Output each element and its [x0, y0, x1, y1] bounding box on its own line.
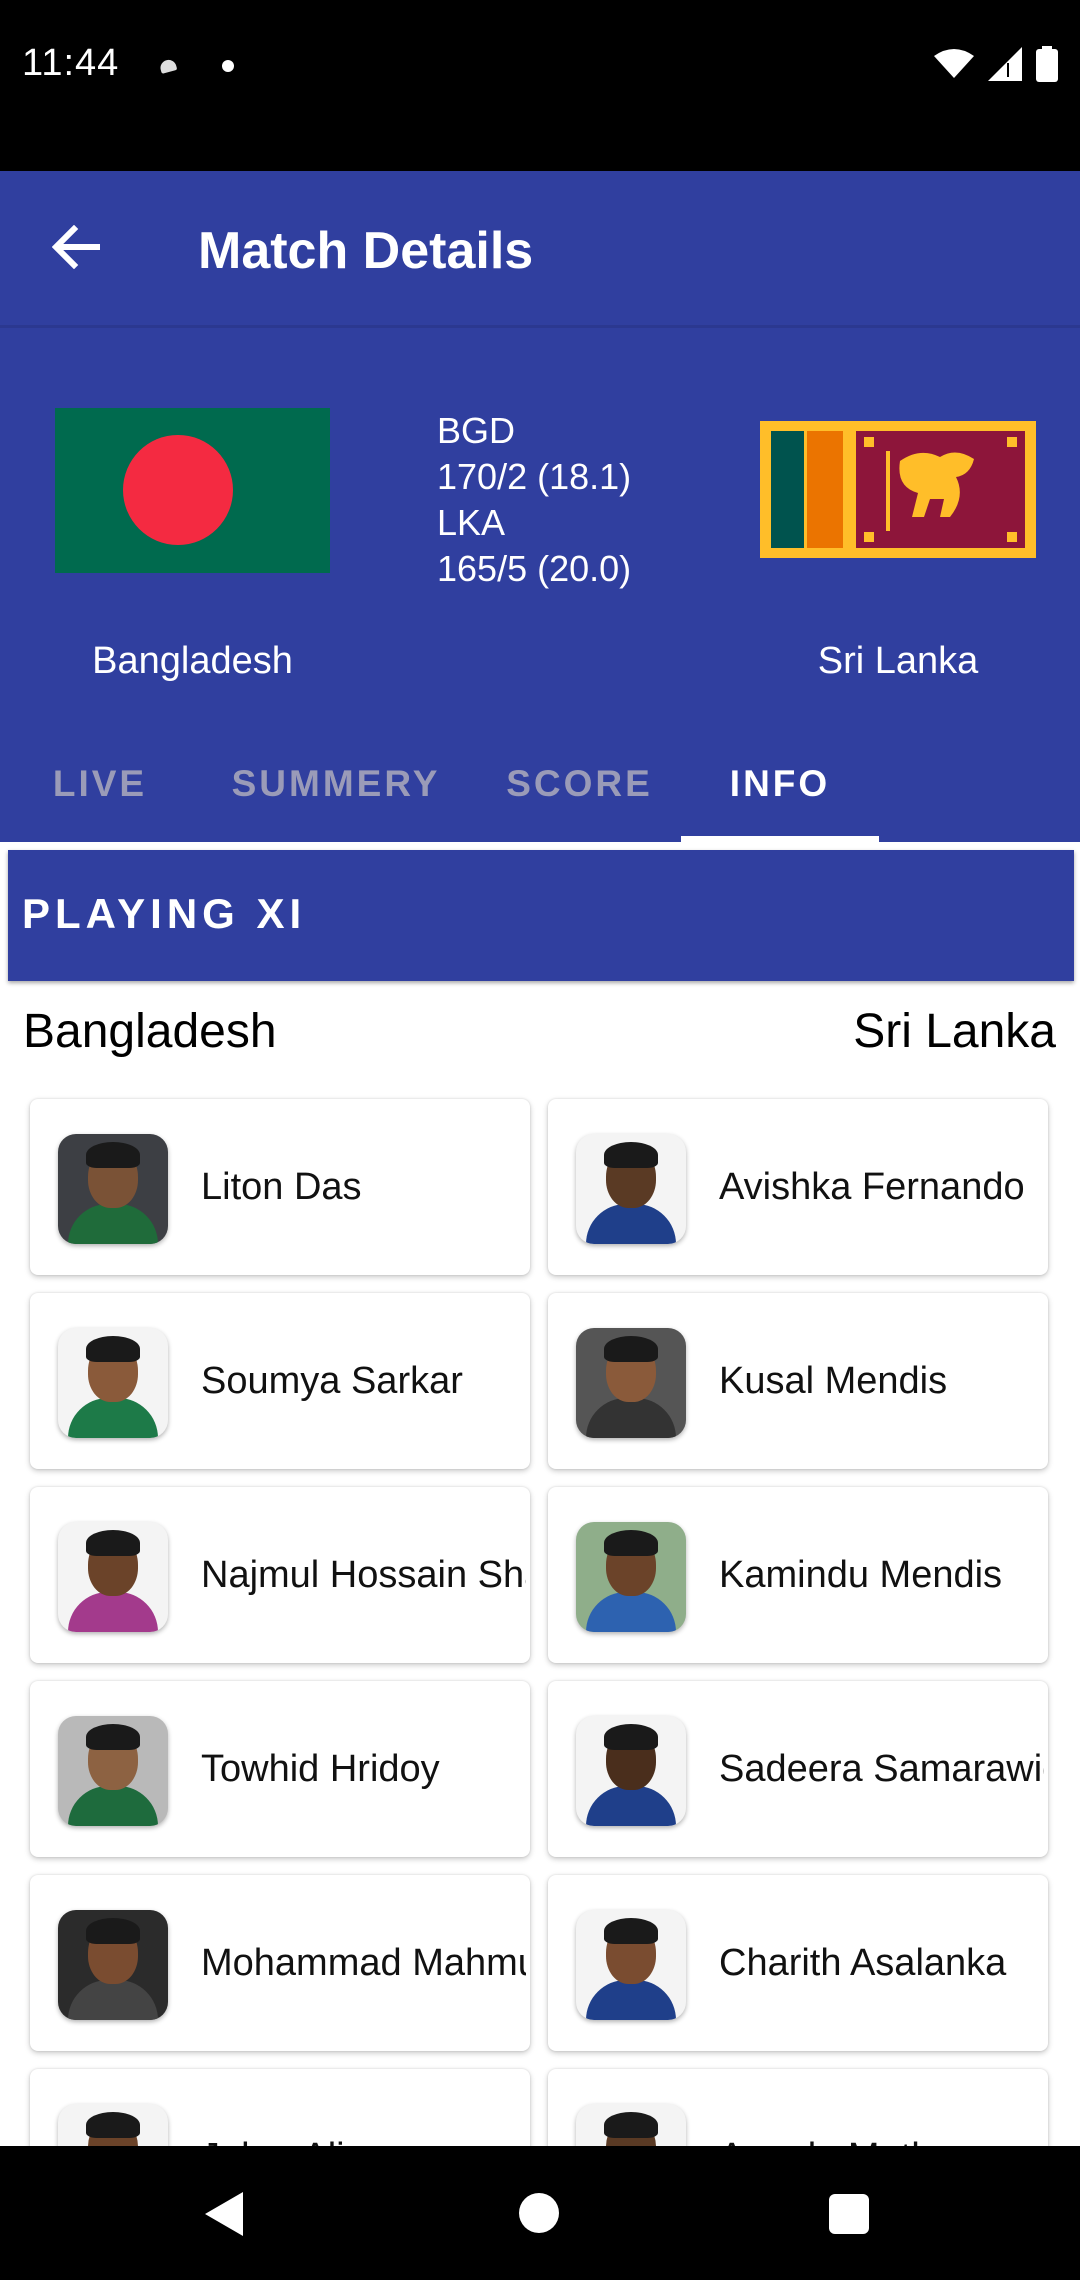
- player-card[interactable]: Kamindu Mendis: [548, 1487, 1048, 1663]
- player-name: Jaker Ali: [201, 2069, 526, 2146]
- toolbar: Match Details: [0, 171, 1080, 325]
- team2-name: Sri Lanka: [817, 640, 979, 682]
- tab-bar: LIVE SUMMERY SCORE INFO: [0, 726, 1080, 842]
- player-card[interactable]: Kusal Mendis: [548, 1293, 1048, 1469]
- tab-live[interactable]: LIVE: [0, 726, 200, 842]
- phone-screen: 11:44 Match Details BGD 170/2 (18.1) LKA: [0, 0, 1080, 2280]
- arrow-back-icon: [52, 225, 100, 269]
- right-team-heading: Sri Lanka: [853, 1005, 1056, 1058]
- left-team-heading: Bangladesh: [23, 1005, 277, 1058]
- player-name: Kusal Mendis: [719, 1360, 948, 1402]
- player-card[interactable]: Charith Asalanka: [548, 1875, 1048, 2051]
- player-name: Najmul Hossain Shanto: [201, 1554, 526, 1596]
- nav-back-icon[interactable]: [205, 2192, 245, 2236]
- player-name: Sadeera Samarawickrama: [719, 1748, 1044, 1790]
- nav-home-icon[interactable]: [519, 2193, 559, 2233]
- player-avatar: [58, 1910, 168, 2020]
- section-title: PLAYING XI: [22, 890, 307, 937]
- player-card[interactable]: Towhid Hridoy: [30, 1681, 530, 1857]
- player-name: Soumya Sarkar: [201, 1360, 463, 1402]
- player-card[interactable]: Angelo Mathews: [548, 2069, 1048, 2146]
- player-name: Liton Das: [201, 1166, 362, 1208]
- team1-score: 170/2 (18.1): [437, 456, 632, 497]
- sri-lanka-flag-art: [760, 421, 1036, 558]
- team2-code: LKA: [437, 502, 506, 543]
- tab-indicator: [681, 836, 879, 842]
- tab-summery[interactable]: SUMMERY: [200, 726, 472, 842]
- status-bar: 11:44: [0, 0, 1080, 171]
- player-card[interactable]: Najmul Hossain Shanto: [30, 1487, 530, 1663]
- status-time: 11:44: [22, 42, 120, 84]
- player-avatar: [576, 1910, 686, 2020]
- page-title: Match Details: [198, 222, 534, 280]
- player-avatar: [58, 2104, 168, 2146]
- player-card[interactable]: Avishka Fernando: [548, 1099, 1048, 1275]
- tab-score[interactable]: SCORE: [472, 726, 687, 842]
- player-card[interactable]: Sadeera Samarawickrama: [548, 1681, 1048, 1857]
- player-name: Charith Asalanka: [719, 1942, 1007, 1984]
- match-header: BGD 170/2 (18.1) LKA 165/5 (20.0) Bangla…: [0, 328, 1080, 842]
- player-card[interactable]: Liton Das: [30, 1099, 530, 1275]
- playing-xi-header: PLAYING XI: [8, 850, 1074, 981]
- player-name: Angelo Mathews: [719, 2069, 1044, 2146]
- bangladesh-flag: [55, 408, 330, 573]
- player-avatar: [58, 1716, 168, 1826]
- player-name: Towhid Hridoy: [201, 1748, 440, 1790]
- team2-score: 165/5 (20.0): [437, 548, 632, 589]
- score-block: BGD 170/2 (18.1) LKA 165/5 (20.0): [437, 408, 631, 592]
- player-name: Avishka Fernando: [719, 1166, 1025, 1208]
- player-name: Mohammad Mahmudullah: [201, 1942, 526, 1984]
- player-card[interactable]: Mohammad Mahmudullah: [30, 1875, 530, 2051]
- player-name: Kamindu Mendis: [719, 1554, 1003, 1596]
- team1-name: Bangladesh: [92, 640, 293, 682]
- player-card[interactable]: Soumya Sarkar: [30, 1293, 530, 1469]
- app-content: Match Details BGD 170/2 (18.1) LKA 165/5…: [0, 171, 1080, 2146]
- player-avatar: [576, 1328, 686, 1438]
- signal-icon: [988, 47, 1022, 81]
- player-avatar: [576, 1522, 686, 1632]
- player-avatar: [58, 1522, 168, 1632]
- tab-info[interactable]: INFO: [681, 726, 879, 842]
- system-nav-bar: [0, 2146, 1080, 2280]
- player-avatar: [576, 2104, 686, 2146]
- status-icons: [934, 46, 1058, 82]
- player-avatar: [58, 1328, 168, 1438]
- back-button[interactable]: [40, 211, 112, 283]
- player-avatar: [576, 1716, 686, 1826]
- notification-dot-icon: [222, 60, 234, 72]
- player-avatar: [576, 1134, 686, 1244]
- player-card[interactable]: Jaker Ali: [30, 2069, 530, 2146]
- battery-icon: [1036, 46, 1058, 82]
- wifi-icon: [934, 49, 974, 78]
- notification-icon: [158, 58, 178, 74]
- sri-lanka-flag: [760, 421, 1036, 558]
- team1-code: BGD: [437, 410, 516, 451]
- player-avatar: [58, 1134, 168, 1244]
- nav-recents-icon[interactable]: [829, 2194, 869, 2234]
